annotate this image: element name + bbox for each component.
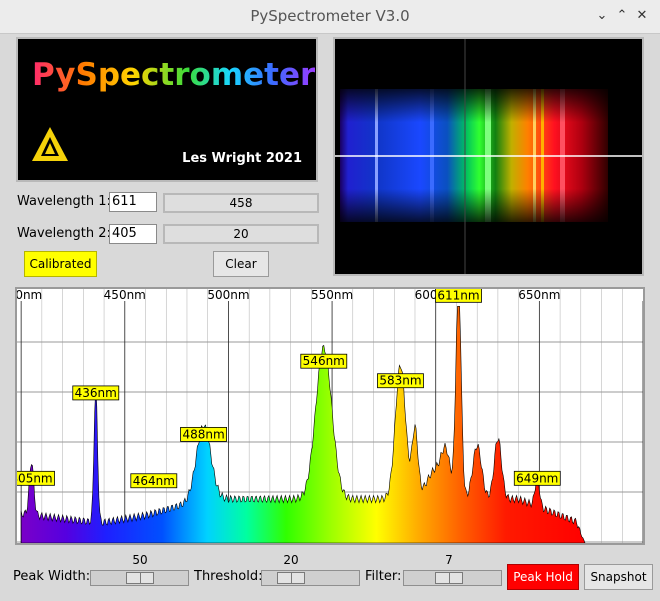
logo-panel: PySpectrometer Les Wright 2021 — [16, 37, 318, 182]
peak-label-488: 488nm — [180, 426, 227, 442]
peak-width-label: Peak Width: — [13, 569, 91, 584]
svg-text:436nm: 436nm — [75, 386, 117, 400]
tick-label: 500nm — [207, 289, 249, 302]
clear-button[interactable]: Clear — [213, 251, 269, 277]
spectrum-graph: 400nm450nm500nm550nm600nm650nm405nm436nm… — [0, 287, 645, 545]
svg-text:405nm: 405nm — [17, 471, 53, 485]
threshold-label: Threshold: — [194, 569, 263, 584]
window-title: PySpectrometer V3.0 — [250, 7, 410, 25]
calibrated-button[interactable]: Calibrated — [24, 251, 97, 277]
threshold-slider[interactable] — [261, 570, 360, 586]
peak-label-649: 649nm — [513, 470, 561, 486]
maximize-icon[interactable]: ⌃ — [614, 8, 630, 24]
filter-slider[interactable] — [403, 570, 502, 586]
filter-slider-thumb[interactable] — [435, 572, 463, 584]
svg-text:464nm: 464nm — [133, 474, 175, 488]
peak-label-583: 583nm — [377, 373, 424, 389]
warning-triangle-icon — [32, 127, 68, 161]
svg-text:546nm: 546nm — [303, 354, 345, 368]
wavelength2-label: Wavelength 2: — [17, 226, 111, 241]
spectrum-image — [335, 39, 642, 274]
wavelength2-input[interactable]: 405 — [109, 224, 157, 244]
logo-title: PySpectrometer — [32, 57, 316, 93]
peak-label-405: 405nm — [8, 470, 55, 486]
tick-label: 550nm — [311, 289, 353, 302]
peak-width-slider-thumb[interactable] — [126, 572, 154, 584]
threshold-slider-thumb[interactable] — [277, 572, 305, 584]
tick-label: 650nm — [518, 289, 560, 302]
wavelength2-readout: 20 — [163, 224, 319, 244]
wavelength1-label: Wavelength 1: — [17, 194, 111, 209]
spectrum-plot: 400nm450nm500nm550nm600nm650nm405nm436nm… — [0, 287, 644, 544]
svg-text:583nm: 583nm — [379, 374, 421, 388]
svg-text:611nm: 611nm — [437, 289, 479, 302]
peak-width-value: 50 — [132, 553, 148, 567]
svg-text:488nm: 488nm — [182, 427, 224, 441]
camera-view — [333, 37, 644, 276]
peak-hold-button[interactable]: Peak Hold — [507, 564, 579, 590]
wavelength1-readout: 458 — [163, 193, 319, 213]
peak-label-436: 436nm — [72, 385, 120, 401]
tick-label: 400nm — [17, 289, 42, 302]
snapshot-button[interactable]: Snapshot — [584, 564, 653, 590]
threshold-value: 20 — [283, 553, 299, 567]
peak-label-464: 464nm — [130, 473, 178, 489]
peak-label-611: 611nm — [435, 287, 482, 303]
wavelength1-input[interactable]: 611 — [109, 192, 157, 212]
peak-width-slider[interactable] — [90, 570, 189, 586]
logo-author: Les Wright 2021 — [182, 151, 302, 166]
peak-label-546: 546nm — [300, 353, 348, 369]
filter-label: Filter: — [365, 569, 402, 584]
tick-label: 450nm — [104, 289, 146, 302]
close-icon[interactable]: ✕ — [634, 8, 650, 24]
minimize-icon[interactable]: ⌄ — [594, 8, 610, 24]
svg-text:649nm: 649nm — [516, 471, 558, 485]
filter-value: 7 — [445, 553, 453, 567]
title-bar: PySpectrometer V3.0 ⌄ ⌃ ✕ — [0, 0, 660, 34]
